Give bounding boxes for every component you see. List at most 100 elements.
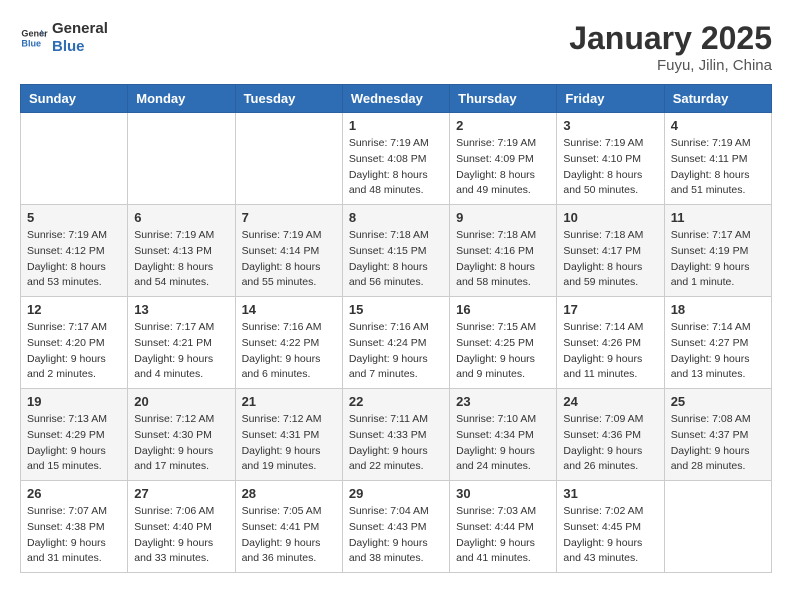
day-cell: 1 Sunrise: 7:19 AMSunset: 4:08 PMDaylight… [342,113,449,205]
week-row-4: 19Sunrise: 7:13 AMSunset: 4:29 PMDayligh… [21,389,772,481]
day-number: 6 [134,210,228,225]
day-info: Sunrise: 7:06 AMSunset: 4:40 PMDaylight:… [134,504,228,567]
day-info: Sunrise: 7:02 AMSunset: 4:45 PMDaylight:… [563,504,657,567]
header-wednesday: Wednesday [342,85,449,113]
day-info: Sunrise: 7:16 AMSunset: 4:24 PMDaylight:… [349,320,443,383]
week-row-3: 12 Sunrise: 7:17 AMSunset: 4:20 PMDayligh… [21,297,772,389]
day-info: Sunrise: 7:19 AMSunset: 4:11 PMDaylight:… [671,136,765,199]
day-cell: 26Sunrise: 7:07 AMSunset: 4:38 PMDayligh… [21,481,128,573]
day-info: Sunrise: 7:17 AMSunset: 4:20 PMDaylight:… [27,320,121,383]
day-info: Sunrise: 7:19 AMSunset: 4:10 PMDaylight:… [563,136,657,199]
header-saturday: Saturday [664,85,771,113]
day-info: Sunrise: 7:18 AMSunset: 4:15 PMDaylight:… [349,228,443,291]
day-cell: 5Sunrise: 7:19 AMSunset: 4:12 PMDaylight… [21,205,128,297]
header: General Blue General Blue January 2025 F… [20,20,772,74]
day-number: 4 [671,118,765,133]
week-row-1: 1 Sunrise: 7:19 AMSunset: 4:08 PMDaylight… [21,113,772,205]
day-info: Sunrise: 7:05 AMSunset: 4:41 PMDaylight:… [242,504,336,567]
week-row-5: 26Sunrise: 7:07 AMSunset: 4:38 PMDayligh… [21,481,772,573]
day-info: Sunrise: 7:18 AMSunset: 4:16 PMDaylight:… [456,228,550,291]
day-number: 14 [242,302,336,317]
day-number: 17 [563,302,657,317]
day-number: 3 [563,118,657,133]
day-info: Sunrise: 7:12 AMSunset: 4:31 PMDaylight:… [242,412,336,475]
day-number: 30 [456,486,550,501]
day-cell: 23 Sunrise: 7:10 AMSunset: 4:34 PMDayligh… [450,389,557,481]
day-number: 10 [563,210,657,225]
day-number: 5 [27,210,121,225]
day-number: 9 [456,210,550,225]
day-info: Sunrise: 7:09 AMSunset: 4:36 PMDaylight:… [563,412,657,475]
day-cell: 10 Sunrise: 7:18 AMSunset: 4:17 PMDayligh… [557,205,664,297]
day-cell: 27 Sunrise: 7:06 AMSunset: 4:40 PMDayligh… [128,481,235,573]
day-cell: 19Sunrise: 7:13 AMSunset: 4:29 PMDayligh… [21,389,128,481]
day-number: 2 [456,118,550,133]
day-cell: 6Sunrise: 7:19 AMSunset: 4:13 PMDaylight… [128,205,235,297]
month-title: January 2025 [569,20,772,57]
day-info: Sunrise: 7:13 AMSunset: 4:29 PMDaylight:… [27,412,121,475]
day-cell: 9 Sunrise: 7:18 AMSunset: 4:16 PMDaylight… [450,205,557,297]
day-cell [21,113,128,205]
day-cell: 22 Sunrise: 7:11 AMSunset: 4:33 PMDayligh… [342,389,449,481]
logo-blue: Blue [52,38,108,56]
day-cell: 29Sunrise: 7:04 AMSunset: 4:43 PMDayligh… [342,481,449,573]
day-info: Sunrise: 7:18 AMSunset: 4:17 PMDaylight:… [563,228,657,291]
day-info: Sunrise: 7:16 AMSunset: 4:22 PMDaylight:… [242,320,336,383]
day-info: Sunrise: 7:12 AMSunset: 4:30 PMDaylight:… [134,412,228,475]
day-cell: 17 Sunrise: 7:14 AMSunset: 4:26 PMDayligh… [557,297,664,389]
day-info: Sunrise: 7:19 AMSunset: 4:08 PMDaylight:… [349,136,443,199]
calendar-table: SundayMondayTuesdayWednesdayThursdayFrid… [20,84,772,573]
day-cell: 14 Sunrise: 7:16 AMSunset: 4:22 PMDayligh… [235,297,342,389]
day-cell: 18 Sunrise: 7:14 AMSunset: 4:27 PMDayligh… [664,297,771,389]
header-tuesday: Tuesday [235,85,342,113]
day-number: 25 [671,394,765,409]
day-info: Sunrise: 7:14 AMSunset: 4:26 PMDaylight:… [563,320,657,383]
day-cell: 2Sunrise: 7:19 AMSunset: 4:09 PMDaylight… [450,113,557,205]
day-number: 7 [242,210,336,225]
day-number: 8 [349,210,443,225]
day-number: 20 [134,394,228,409]
header-monday: Monday [128,85,235,113]
logo: General Blue General Blue [20,20,108,56]
header-sunday: Sunday [21,85,128,113]
day-info: Sunrise: 7:08 AMSunset: 4:37 PMDaylight:… [671,412,765,475]
day-info: Sunrise: 7:15 AMSunset: 4:25 PMDaylight:… [456,320,550,383]
day-info: Sunrise: 7:11 AMSunset: 4:33 PMDaylight:… [349,412,443,475]
day-number: 1 [349,118,443,133]
day-cell: 13Sunrise: 7:17 AMSunset: 4:21 PMDayligh… [128,297,235,389]
day-cell [235,113,342,205]
week-row-2: 5Sunrise: 7:19 AMSunset: 4:12 PMDaylight… [21,205,772,297]
day-info: Sunrise: 7:14 AMSunset: 4:27 PMDaylight:… [671,320,765,383]
day-cell: 31 Sunrise: 7:02 AMSunset: 4:45 PMDayligh… [557,481,664,573]
day-cell: 24Sunrise: 7:09 AMSunset: 4:36 PMDayligh… [557,389,664,481]
logo-general: General [52,20,108,38]
day-cell: 8 Sunrise: 7:18 AMSunset: 4:15 PMDaylight… [342,205,449,297]
location-title: Fuyu, Jilin, China [569,57,772,74]
day-cell: 25 Sunrise: 7:08 AMSunset: 4:37 PMDayligh… [664,389,771,481]
day-info: Sunrise: 7:10 AMSunset: 4:34 PMDaylight:… [456,412,550,475]
day-cell: 4 Sunrise: 7:19 AMSunset: 4:11 PMDaylight… [664,113,771,205]
svg-text:Blue: Blue [21,38,41,48]
day-info: Sunrise: 7:19 AMSunset: 4:14 PMDaylight:… [242,228,336,291]
day-info: Sunrise: 7:17 AMSunset: 4:19 PMDaylight:… [671,228,765,291]
day-cell: 3 Sunrise: 7:19 AMSunset: 4:10 PMDaylight… [557,113,664,205]
day-number: 18 [671,302,765,317]
day-cell: 15 Sunrise: 7:16 AMSunset: 4:24 PMDayligh… [342,297,449,389]
day-cell: 30Sunrise: 7:03 AMSunset: 4:44 PMDayligh… [450,481,557,573]
day-number: 27 [134,486,228,501]
header-friday: Friday [557,85,664,113]
day-number: 22 [349,394,443,409]
day-cell [128,113,235,205]
day-info: Sunrise: 7:04 AMSunset: 4:43 PMDaylight:… [349,504,443,567]
svg-text:General: General [21,29,48,39]
day-number: 15 [349,302,443,317]
day-cell: 12 Sunrise: 7:17 AMSunset: 4:20 PMDayligh… [21,297,128,389]
day-number: 11 [671,210,765,225]
calendar-header-row: SundayMondayTuesdayWednesdayThursdayFrid… [21,85,772,113]
day-number: 12 [27,302,121,317]
day-number: 23 [456,394,550,409]
header-thursday: Thursday [450,85,557,113]
logo-icon: General Blue [20,24,48,52]
day-number: 31 [563,486,657,501]
day-number: 21 [242,394,336,409]
